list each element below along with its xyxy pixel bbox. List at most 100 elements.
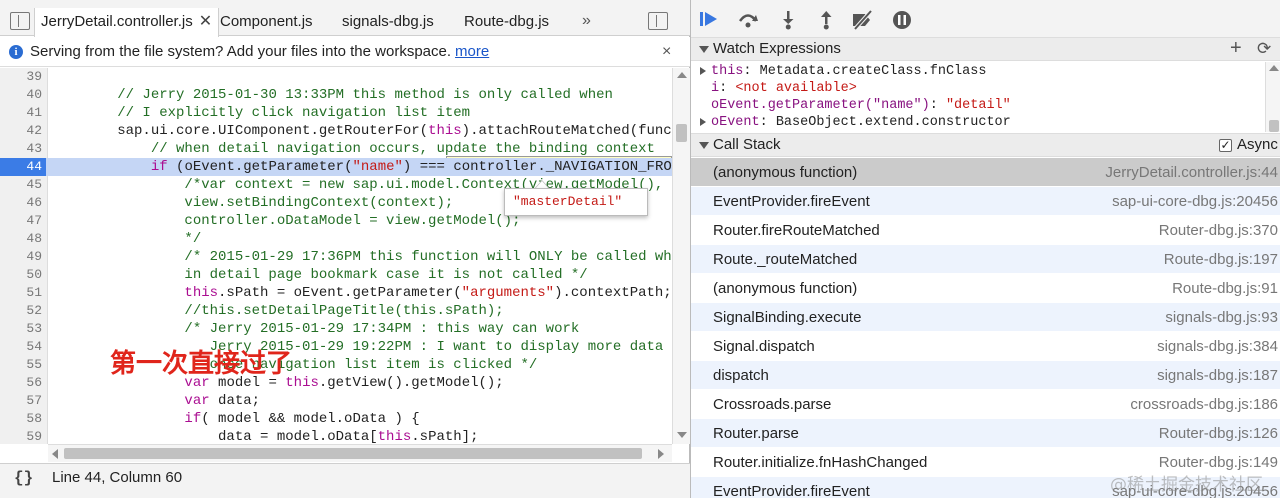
call-frame[interactable]: (anonymous function) Route-dbg.js:91 xyxy=(691,274,1280,303)
vertical-scrollbar[interactable] xyxy=(672,68,690,444)
line-number[interactable]: 58 xyxy=(0,410,42,428)
line-number[interactable]: 55 xyxy=(0,356,42,374)
code-line[interactable]: 56 var model = this.getView().getModel()… xyxy=(0,374,672,392)
code-line[interactable]: 39 xyxy=(0,68,672,86)
code-line[interactable]: 54 Jerry 2015-01-29 19:22PM : I want to … xyxy=(0,338,672,356)
line-number[interactable]: 46 xyxy=(0,194,42,212)
pretty-print-icon[interactable]: {} xyxy=(14,464,33,492)
watch-item[interactable]: oEvent: BaseObject.extend.constructor xyxy=(691,114,1265,131)
tab-route-dbg[interactable]: Route-dbg.js xyxy=(464,8,549,36)
line-number[interactable]: 43 xyxy=(0,140,42,158)
call-frame[interactable]: EventProvider.fireEvent sap-ui-core-dbg.j… xyxy=(691,187,1280,216)
code-line[interactable]: 48 */ xyxy=(0,230,672,248)
scroll-thumb[interactable] xyxy=(1269,120,1279,132)
frame-location-link[interactable]: crossroads-dbg.js:186 xyxy=(1130,390,1278,419)
step-into-icon[interactable] xyxy=(777,10,799,30)
horizontal-scrollbar[interactable] xyxy=(48,444,672,462)
resume-icon[interactable] xyxy=(699,10,721,30)
watch-expressions-header[interactable]: Watch Expressions + ⟳ xyxy=(691,37,1280,61)
infobar-more-link[interactable]: more xyxy=(455,43,489,60)
line-number[interactable]: 42 xyxy=(0,122,42,140)
call-stack-header[interactable]: Call Stack ✓ Async xyxy=(691,133,1280,157)
call-frame-selected[interactable]: (anonymous function) JerryDetail.controll… xyxy=(691,158,1280,187)
frame-location-link[interactable]: Router-dbg.js:126 xyxy=(1159,419,1278,448)
frame-location-link[interactable]: signals-dbg.js:384 xyxy=(1157,332,1278,361)
tab-signals-dbg[interactable]: signals-dbg.js xyxy=(342,8,434,36)
line-number[interactable]: 48 xyxy=(0,230,42,248)
line-number[interactable]: 45 xyxy=(0,176,42,194)
code-line[interactable]: 41 // I explicitly click navigation list… xyxy=(0,104,672,122)
code-line[interactable]: 49 /* 2015-01-29 17:36PM this function w… xyxy=(0,248,672,266)
step-over-icon[interactable] xyxy=(737,10,759,30)
frame-location-link[interactable]: JerryDetail.controller.js:44 xyxy=(1105,158,1278,187)
deactivate-breakpoints-icon[interactable] xyxy=(851,9,873,31)
scroll-left-icon[interactable] xyxy=(52,449,58,459)
frame-location-link[interactable]: Route-dbg.js:197 xyxy=(1164,245,1278,274)
line-number[interactable]: 52 xyxy=(0,302,42,320)
scroll-up-icon[interactable] xyxy=(1269,65,1279,71)
scroll-right-icon[interactable] xyxy=(658,449,664,459)
frame-location-link[interactable]: Router-dbg.js:370 xyxy=(1159,216,1278,245)
code-line[interactable]: 51 this.sPath = oEvent.getParameter("arg… xyxy=(0,284,672,302)
tab-jerrydetail-controller[interactable]: JerryDetail.controller.js ✕ xyxy=(34,8,220,37)
toggle-debugger-icon[interactable] xyxy=(648,12,668,30)
code-line[interactable]: 43 // when detail navigation occurs, upd… xyxy=(0,140,672,158)
line-number[interactable]: 50 xyxy=(0,266,42,284)
more-tabs-icon[interactable]: » xyxy=(582,8,591,36)
watch-item[interactable]: this: Metadata.createClass.fnClass xyxy=(691,63,1265,80)
line-number[interactable]: 56 xyxy=(0,374,42,392)
close-icon[interactable]: ✕ xyxy=(199,13,212,30)
frame-location-link[interactable]: sap-ui-core-dbg.js:20456 xyxy=(1112,187,1278,216)
code-line[interactable]: 42 sap.ui.core.UIComponent.getRouterFor(… xyxy=(0,122,672,140)
code-line[interactable]: 58 if( model && model.oData ) { xyxy=(0,410,672,428)
chevron-right-icon[interactable] xyxy=(700,67,706,75)
line-number[interactable]: 39 xyxy=(0,68,42,86)
code-line[interactable]: 57 var data; xyxy=(0,392,672,410)
call-frame[interactable]: SignalBinding.execute signals-dbg.js:93 xyxy=(691,303,1280,332)
frame-location-link[interactable]: signals-dbg.js:187 xyxy=(1157,361,1278,390)
code-line[interactable]: 50 in detail page bookmark case it is no… xyxy=(0,266,672,284)
line-number[interactable]: 51 xyxy=(0,284,42,302)
frame-location-link[interactable]: Route-dbg.js:91 xyxy=(1172,274,1278,303)
call-frame[interactable]: Signal.dispatch signals-dbg.js:384 xyxy=(691,332,1280,361)
scroll-thumb[interactable] xyxy=(676,124,687,142)
line-number[interactable]: 49 xyxy=(0,248,42,266)
step-out-icon[interactable] xyxy=(815,10,837,30)
async-checkbox[interactable]: ✓ xyxy=(1219,139,1232,152)
code-editor[interactable]: 39 40 // Jerry 2015-01-30 13:33PM this me… xyxy=(0,68,672,444)
code-line[interactable]: 53 /* Jerry 2015-01-29 17:34PM : this wa… xyxy=(0,320,672,338)
watch-item[interactable]: i: <not available> xyxy=(691,80,1265,97)
scroll-up-icon[interactable] xyxy=(677,72,687,78)
line-number[interactable]: 57 xyxy=(0,392,42,410)
call-frame[interactable]: Router.fireRouteMatched Router-dbg.js:370 xyxy=(691,216,1280,245)
watch-item[interactable]: oEvent.getParameter("name"): "detail" xyxy=(691,97,1265,114)
pause-on-exceptions-icon[interactable] xyxy=(891,10,913,30)
call-frame[interactable]: Router.parse Router-dbg.js:126 xyxy=(691,419,1280,448)
frame-location-link[interactable]: signals-dbg.js:93 xyxy=(1165,303,1278,332)
chevron-right-icon[interactable] xyxy=(700,118,706,126)
line-number[interactable]: 44 xyxy=(0,158,46,176)
refresh-icon[interactable]: ⟳ xyxy=(1257,38,1271,60)
line-number[interactable]: 59 xyxy=(0,428,42,444)
code-line-breakpoint[interactable]: 44 if (oEvent.getParameter("name") === c… xyxy=(0,158,672,176)
line-number[interactable]: 54 xyxy=(0,338,42,356)
code-line[interactable]: 59 data = model.oData[this.sPath]; xyxy=(0,428,672,444)
scroll-down-icon[interactable] xyxy=(677,432,687,438)
code-line[interactable]: 55 once navigation list item is clicked … xyxy=(0,356,672,374)
call-frame[interactable]: dispatch signals-dbg.js:187 xyxy=(691,361,1280,390)
call-frame[interactable]: Crossroads.parse crossroads-dbg.js:186 xyxy=(691,390,1280,419)
add-icon[interactable]: + xyxy=(1230,37,1242,59)
watch-scrollbar[interactable] xyxy=(1265,62,1280,132)
call-frame[interactable]: Route._routeMatched Route-dbg.js:197 xyxy=(691,245,1280,274)
code-line[interactable]: 52 //this.setDetailPageTitle(this.sPath)… xyxy=(0,302,672,320)
chevron-down-icon[interactable] xyxy=(699,46,709,53)
code-line[interactable]: 40 // Jerry 2015-01-30 13:33PM this meth… xyxy=(0,86,672,104)
scroll-thumb[interactable] xyxy=(64,448,642,459)
line-number[interactable]: 40 xyxy=(0,86,42,104)
line-number[interactable]: 41 xyxy=(0,104,42,122)
line-number[interactable]: 53 xyxy=(0,320,42,338)
chevron-down-icon[interactable] xyxy=(699,142,709,149)
close-icon[interactable]: × xyxy=(662,37,671,67)
tab-component[interactable]: Component.js xyxy=(220,8,313,36)
line-number[interactable]: 47 xyxy=(0,212,42,230)
